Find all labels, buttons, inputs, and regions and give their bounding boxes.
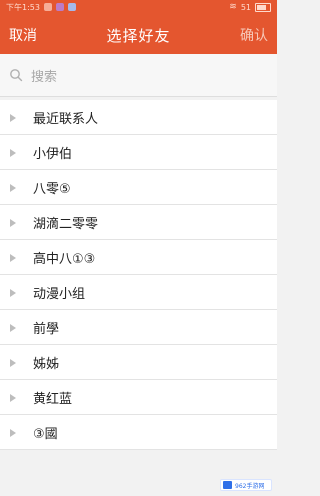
expand-arrow-icon: [10, 394, 16, 402]
search-bar[interactable]: 搜索: [0, 54, 277, 97]
expand-arrow-icon: [10, 359, 16, 367]
expand-arrow-icon: [10, 324, 16, 332]
watermark-text: 962手游网: [235, 482, 265, 490]
app-icon: [55, 3, 64, 11]
page-title: 选择好友: [106, 27, 171, 45]
list-item[interactable]: 姊姊: [0, 345, 277, 380]
expand-arrow-icon: [10, 184, 16, 192]
list-item-label: 八零⑤: [33, 182, 71, 197]
signal-strength: 51: [240, 2, 251, 12]
list-item[interactable]: 湖滴二零零: [0, 205, 277, 240]
watermark: 962手游网: [220, 479, 272, 491]
list-item-label: 高中八①③: [33, 252, 96, 267]
search-icon: [10, 69, 23, 82]
list-item-label: ③國: [33, 427, 58, 442]
expand-arrow-icon: [10, 289, 16, 297]
list-item[interactable]: 动漫小组: [0, 275, 277, 310]
notification-icon: [43, 3, 52, 11]
list-item-label: 动漫小组: [33, 287, 86, 302]
list-item[interactable]: 高中八①③: [0, 240, 277, 275]
app-bar: 取消 选择好友 确认: [0, 14, 277, 54]
list-item-label: 最近联系人: [33, 112, 99, 127]
expand-arrow-icon: [10, 149, 16, 157]
expand-arrow-icon: [10, 114, 16, 122]
status-left: 下午1:53: [6, 2, 76, 13]
status-right: ≋ 51: [229, 2, 271, 12]
confirm-button[interactable]: 确认: [240, 25, 268, 45]
list-item-label: 湖滴二零零: [33, 217, 99, 232]
battery-icon: [255, 2, 271, 12]
list-item-label: 小伊伯: [33, 147, 73, 162]
list-item[interactable]: ③國: [0, 415, 277, 450]
status-bar: 下午1:53 ≋ 51: [0, 0, 277, 14]
list-item[interactable]: 最近联系人: [0, 100, 277, 135]
list-item-label: 前學: [33, 322, 60, 337]
list-item-label: 黄红蓝: [33, 392, 73, 407]
expand-arrow-icon: [10, 254, 16, 262]
list-item[interactable]: 黄红蓝: [0, 380, 277, 415]
watermark-logo-icon: [223, 481, 232, 489]
expand-arrow-icon: [10, 219, 16, 227]
friend-group-list: 最近联系人 小伊伯 八零⑤ 湖滴二零零 高中八①③ 动漫小组 前學 姊姊 黄红蓝…: [0, 100, 277, 450]
list-item[interactable]: 八零⑤: [0, 170, 277, 205]
list-item-label: 姊姊: [33, 357, 60, 372]
list-item[interactable]: 前學: [0, 310, 277, 345]
app-icon: [67, 3, 76, 11]
search-input[interactable]: 搜索: [31, 66, 57, 85]
expand-arrow-icon: [10, 429, 16, 437]
list-item[interactable]: 小伊伯: [0, 135, 277, 170]
wifi-icon: ≋: [229, 2, 237, 12]
status-time: 下午1:53: [6, 2, 40, 12]
